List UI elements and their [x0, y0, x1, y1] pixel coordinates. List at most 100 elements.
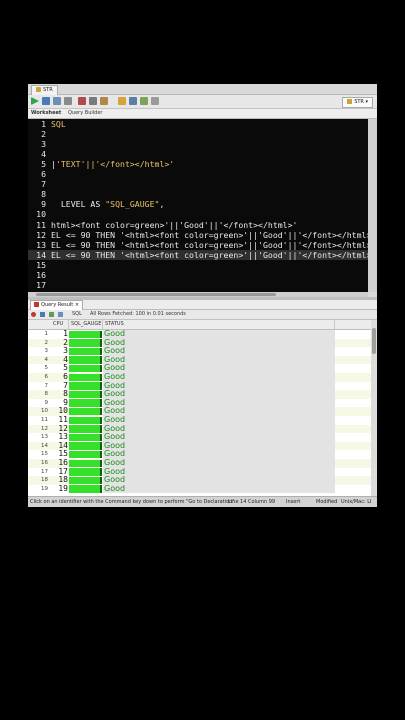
sql-editor[interactable]: 1 SQL 2 3 4 5 |'TEXT'||'</font></html>' 6 7 8 9 LE…: [28, 119, 368, 292]
tab-worksheet[interactable]: Worksheet: [31, 109, 61, 118]
explain-plan-icon[interactable]: [89, 97, 97, 105]
table-row[interactable]: 3 3 Good: [28, 347, 371, 356]
gauge-fill: [69, 468, 101, 476]
editor-line[interactable]: 9 LEVEL AS "SQL_GAUGE",: [28, 199, 368, 209]
export-icon[interactable]: [49, 312, 54, 317]
status-cell: Good: [103, 338, 335, 348]
connection-selector[interactable]: STR ▾: [342, 97, 373, 108]
status-cell: Good: [103, 441, 335, 451]
editor-line[interactable]: 15: [28, 260, 368, 270]
editor-line[interactable]: 1 SQL: [28, 119, 368, 129]
table-row[interactable]: 7 7 Good: [28, 381, 371, 391]
table-row[interactable]: 18 18 Good: [28, 476, 371, 485]
gauge-fill: [69, 399, 101, 407]
table-row[interactable]: 10 10 Good: [28, 407, 371, 416]
line-number: 2: [41, 129, 46, 140]
worksheet-document-tab[interactable]: STR: [31, 85, 58, 95]
column-header-sql-gauge[interactable]: SQL_GAUGE: [69, 320, 103, 329]
close-icon[interactable]: ×: [75, 302, 79, 308]
editor-line[interactable]: 12 EL <= 90 THEN '<html><font color=green…: [28, 230, 368, 240]
editor-vertical-scrollbar[interactable]: [368, 119, 377, 292]
editor-line[interactable]: 13 EL <= 90 THEN '<html><font color=green…: [28, 240, 368, 250]
sql-gauge-bar: [69, 407, 102, 416]
code-token: EL <= 90 THEN '<html><font color=green>'…: [51, 249, 368, 260]
editor-line[interactable]: 11 html><font color=green>'||'Good'||'</f…: [28, 220, 368, 230]
format-icon[interactable]: [140, 97, 148, 105]
status-cell: Good: [103, 381, 335, 391]
clear-icon[interactable]: [118, 97, 126, 105]
table-row[interactable]: 17 17 Good: [28, 467, 371, 477]
document-tab-label: STR: [43, 87, 53, 93]
tab-query-result[interactable]: Query Result ×: [30, 300, 84, 310]
code-token: EL <= 90 THEN '<html><font color=green>'…: [51, 239, 368, 250]
sql-tuning-icon[interactable]: [100, 97, 108, 105]
editor-line[interactable]: 3: [28, 139, 368, 149]
status-cell: Good: [103, 415, 335, 425]
rollback-icon[interactable]: [64, 97, 72, 105]
gauge-fill: [69, 476, 101, 485]
query-icon[interactable]: [58, 312, 63, 317]
editor-line[interactable]: 17: [28, 280, 368, 290]
editor-line[interactable]: 6: [28, 169, 368, 179]
results-grid[interactable]: CPU SQL_GAUGE STATUS 1 1 Good 2 2 Good 3 3 Good 4…: [28, 320, 371, 496]
run-statement-icon[interactable]: [31, 97, 39, 105]
status-cell: Good: [103, 450, 335, 459]
table-row[interactable]: 2 2 Good: [28, 338, 371, 348]
column-header-status[interactable]: STATUS: [103, 320, 335, 329]
line-number: 1: [41, 119, 46, 129]
editor-line[interactable]: 5 |'TEXT'||'</font></html>': [28, 159, 368, 169]
table-row[interactable]: 1 1 Good: [28, 329, 371, 339]
horizontal-scroll-thumb[interactable]: [36, 293, 276, 296]
table-row[interactable]: 5 5 Good: [28, 364, 371, 373]
editor-line[interactable]: 8: [28, 189, 368, 199]
code-token: EL <= 90 THEN '<html><font color=green>'…: [51, 229, 368, 240]
grid-header: CPU SQL_GAUGE STATUS: [28, 320, 371, 330]
table-row[interactable]: 15 15 Good: [28, 450, 371, 459]
editor-line[interactable]: 7: [28, 179, 368, 189]
editor-line[interactable]: 4: [28, 149, 368, 159]
table-row[interactable]: 16 16 Good: [28, 458, 371, 468]
tab-query-builder[interactable]: Query Builder: [68, 109, 102, 118]
status-cell: Good: [103, 372, 335, 382]
table-row[interactable]: 19 19 Good: [28, 483, 371, 494]
code-token: html><font color=green>'||'Good'||'</fon…: [51, 219, 298, 230]
refresh-icon[interactable]: [40, 312, 45, 317]
worksheet-toolbar: STR ▾: [28, 95, 377, 109]
table-row[interactable]: 9 9 Good: [28, 398, 371, 408]
line-number: 8: [41, 189, 46, 200]
commit-icon[interactable]: [53, 97, 61, 105]
editor-line[interactable]: 2: [28, 129, 368, 139]
sql-gauge-bar: [69, 364, 102, 373]
autotrace-icon[interactable]: [78, 97, 86, 105]
line-number: 4: [41, 149, 46, 160]
code-token: SQL: [51, 119, 66, 129]
row-number: 17: [41, 468, 48, 475]
cursor-position: Line 14 Column 99: [228, 499, 276, 505]
row-number: 2: [44, 339, 49, 346]
cpu-cell: 19: [58, 483, 68, 493]
table-row[interactable]: 13 13 Good: [28, 433, 371, 442]
editor-line[interactable]: 14 EL <= 90 THEN '<html><font color=green…: [28, 249, 368, 260]
editor-line[interactable]: 16: [28, 270, 368, 280]
code-text: EL <= 90 THEN '<html><font color=green>'…: [51, 230, 368, 240]
table-row[interactable]: 6 6 Good: [28, 372, 371, 382]
column-header-cpu[interactable]: CPU: [51, 320, 69, 329]
table-row[interactable]: 11 11 Good: [28, 415, 371, 425]
table-row[interactable]: 12 12 Good: [28, 424, 371, 434]
status-cell: Good: [103, 458, 335, 468]
gauge-fill: [69, 373, 101, 381]
pin-icon[interactable]: [31, 312, 36, 317]
sql-link[interactable]: SQL: [72, 310, 82, 319]
status-cell: Good: [103, 398, 335, 408]
run-script-icon[interactable]: [42, 97, 50, 105]
line-number: 14: [36, 249, 46, 260]
results-scroll-thumb[interactable]: [372, 328, 376, 354]
table-row[interactable]: 14 14 Good: [28, 441, 371, 451]
uppercase-icon[interactable]: [151, 97, 159, 105]
table-row[interactable]: 8 8 Good: [28, 390, 371, 399]
editor-line[interactable]: 10: [28, 209, 368, 219]
results-vertical-scrollbar[interactable]: [371, 320, 377, 496]
row-number: 1: [44, 331, 49, 337]
history-icon[interactable]: [129, 97, 137, 105]
table-row[interactable]: 4 4 Good: [28, 355, 371, 365]
